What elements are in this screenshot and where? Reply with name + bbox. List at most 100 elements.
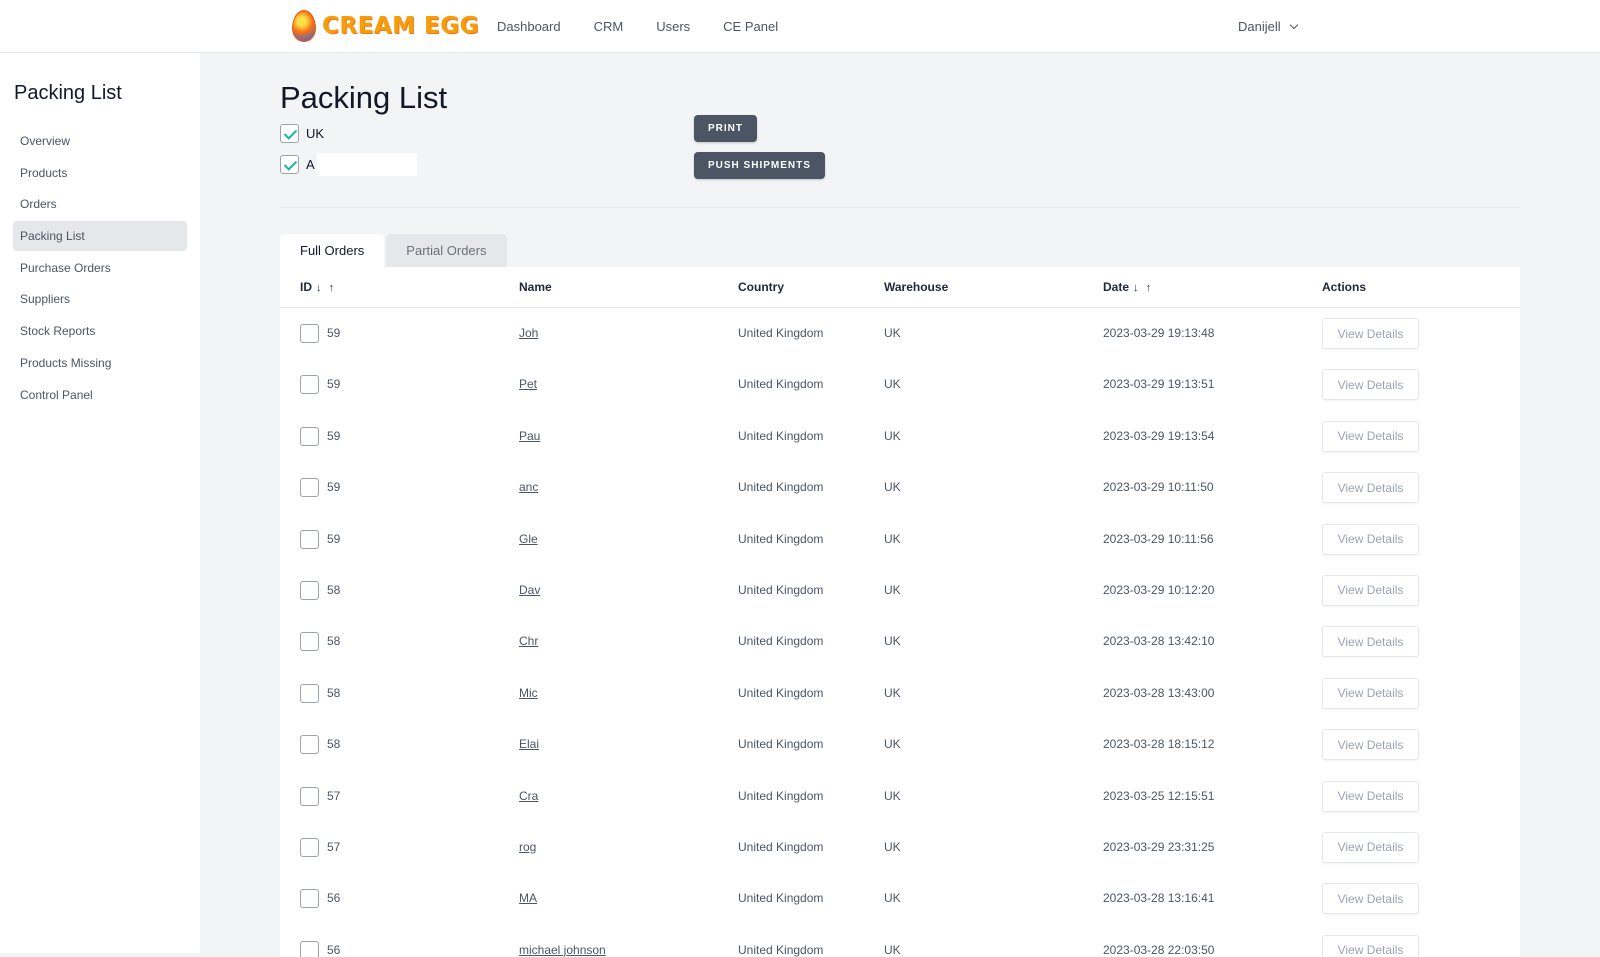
push-shipments-button[interactable]: PUSH SHIPMENTS <box>694 152 825 179</box>
sidebar-item-overview[interactable]: Overview <box>13 126 187 156</box>
region-uk-checkbox[interactable] <box>280 124 299 143</box>
region-a-checkbox[interactable] <box>280 155 299 174</box>
date-cell: 2023-03-29 19:13:54 <box>1103 428 1215 443</box>
sidebar-item-suppliers[interactable]: Suppliers <box>13 284 187 314</box>
view-details-button[interactable]: View Details <box>1322 729 1419 761</box>
view-details-button[interactable]: View Details <box>1322 318 1419 349</box>
customer-name-link[interactable]: rog <box>519 840 536 854</box>
country-cell: United Kingdom <box>738 480 824 495</box>
nav-link-crm[interactable]: CRM <box>594 19 624 34</box>
column-header-name: Name <box>519 280 552 294</box>
customer-name-link[interactable]: MA <box>519 891 537 905</box>
date-cell: 2023-03-29 10:11:56 <box>1103 531 1214 546</box>
view-details-button[interactable]: View Details <box>1322 420 1419 452</box>
customer-name-link[interactable]: Chr <box>519 634 538 648</box>
user-menu[interactable]: Danijell <box>1238 0 1298 53</box>
table-header: ID ↓ ↑ Name Country Warehouse Date ↓ ↑ Act… <box>280 267 1520 308</box>
customer-name-link[interactable]: Mic <box>519 686 538 700</box>
view-details-button[interactable]: View Details <box>1322 883 1419 915</box>
print-button[interactable]: PRINT <box>694 115 757 142</box>
row-checkbox[interactable] <box>300 837 319 857</box>
view-details-button[interactable]: View Details <box>1322 472 1419 504</box>
row-checkbox[interactable] <box>300 324 319 343</box>
customer-name-cell: michael johnson <box>519 925 606 957</box>
row-checkbox[interactable] <box>300 683 319 703</box>
sidebar-item-packing-list[interactable]: Packing List <box>13 221 187 252</box>
row-checkbox[interactable] <box>300 940 319 957</box>
sidebar-item-stock-reports[interactable]: Stock Reports <box>13 316 187 346</box>
top-navbar: CREAM EGG Dashboard CRM Users CE Panel D… <box>0 0 1600 53</box>
country-cell: United Kingdom <box>738 942 824 957</box>
row-checkbox[interactable] <box>300 580 319 600</box>
sidebar-item-purchase-orders[interactable]: Purchase Orders <box>13 253 187 283</box>
sort-arrows-icon[interactable]: ↓ ↑ <box>316 282 336 294</box>
customer-name-link[interactable]: Pet <box>519 377 537 391</box>
date-cell: 2023-03-29 10:11:50 <box>1103 480 1214 495</box>
order-id: 57 <box>327 788 341 803</box>
view-details-button[interactable]: View Details <box>1322 934 1419 957</box>
customer-name-link[interactable]: Pau <box>519 429 540 443</box>
column-header-date-label: Date <box>1103 280 1130 294</box>
order-id: 57 <box>327 839 341 854</box>
nav-link-dashboard[interactable]: Dashboard <box>497 19 561 34</box>
date-cell: 2023-03-28 22:03:50 <box>1103 942 1215 957</box>
table-row: 59 anc United Kingdom UK 2023-03-29 10:11:50… <box>280 462 1520 513</box>
customer-name-cell: Mic <box>519 668 538 719</box>
order-id: 58 <box>327 582 341 597</box>
row-checkbox[interactable] <box>300 426 319 446</box>
column-header-warehouse: Warehouse <box>884 280 949 294</box>
order-id: 56 <box>327 891 341 906</box>
country-cell: United Kingdom <box>738 377 824 392</box>
date-cell: 2023-03-28 13:43:00 <box>1103 685 1215 700</box>
table-row: 59 Joh United Kingdom UK 2023-03-29 19:13:48… <box>280 308 1520 359</box>
customer-name-link[interactable]: Cra <box>519 789 538 803</box>
view-details-button[interactable]: View Details <box>1322 626 1419 658</box>
customer-name-link[interactable]: Gle <box>519 532 538 546</box>
table-row: 57 rog United Kingdom UK 2023-03-29 23:31:25… <box>280 822 1520 873</box>
sort-arrows-icon[interactable]: ↓ ↑ <box>1133 282 1153 294</box>
table-row: 56 michael johnson United Kingdom UK 2023-03… <box>280 925 1520 957</box>
table-row: 59 Pau United Kingdom UK 2023-03-29 19:13:54… <box>280 411 1520 462</box>
view-details-button[interactable]: View Details <box>1322 677 1419 709</box>
row-checkbox[interactable] <box>300 735 319 755</box>
customer-name-link[interactable]: Dav <box>519 583 540 597</box>
row-checkbox[interactable] <box>300 786 319 806</box>
orders-table: ID ↓ ↑ Name Country Warehouse Date ↓ ↑ Act… <box>280 267 1520 957</box>
row-checkbox[interactable] <box>300 375 319 395</box>
country-cell: United Kingdom <box>738 891 824 906</box>
row-checkbox[interactable] <box>300 632 319 652</box>
row-checkbox[interactable] <box>300 478 319 498</box>
row-checkbox[interactable] <box>300 889 319 909</box>
sidebar-item-products[interactable]: Products <box>13 158 187 188</box>
nav-link-ce-panel[interactable]: CE Panel <box>723 19 778 34</box>
row-checkbox[interactable] <box>300 529 319 549</box>
customer-name-link[interactable]: Elai <box>519 737 539 751</box>
column-header-date[interactable]: Date ↓ ↑ <box>1103 267 1153 309</box>
tab-full-orders[interactable]: Full Orders <box>280 234 385 267</box>
sidebar-item-orders[interactable]: Orders <box>13 189 187 219</box>
nav-link-users[interactable]: Users <box>656 19 690 34</box>
tab-partial-orders[interactable]: Partial Orders <box>386 234 507 267</box>
sidebar-item-control-panel[interactable]: Control Panel <box>13 380 187 410</box>
brand-logo[interactable]: CREAM EGG <box>292 9 479 43</box>
view-details-button[interactable]: View Details <box>1322 831 1419 863</box>
region-a-label: A <box>306 157 315 172</box>
customer-name-cell: Dav <box>519 565 540 616</box>
view-details-button[interactable]: View Details <box>1322 780 1419 812</box>
view-details-button[interactable]: View Details <box>1322 574 1419 606</box>
sidebar-item-products-missing[interactable]: Products Missing <box>13 348 187 378</box>
page-title: Packing List <box>280 80 448 115</box>
country-cell: United Kingdom <box>738 582 824 597</box>
redaction-block <box>316 153 417 176</box>
warehouse-cell: UK <box>884 634 901 649</box>
customer-name-cell: Pau <box>519 411 540 462</box>
table-row: 58 Elai United Kingdom UK 2023-03-28 18:15:1… <box>280 719 1520 770</box>
sidebar-menu: Overview Products Orders Packing List Pu… <box>13 126 187 411</box>
column-header-id[interactable]: ID ↓ ↑ <box>300 267 336 309</box>
view-details-button[interactable]: View Details <box>1322 369 1419 401</box>
customer-name-link[interactable]: anc <box>519 480 538 494</box>
view-details-button[interactable]: View Details <box>1322 523 1419 555</box>
country-cell: United Kingdom <box>738 788 824 803</box>
customer-name-link[interactable]: Joh <box>519 326 538 340</box>
customer-name-link[interactable]: michael johnson <box>519 943 606 957</box>
